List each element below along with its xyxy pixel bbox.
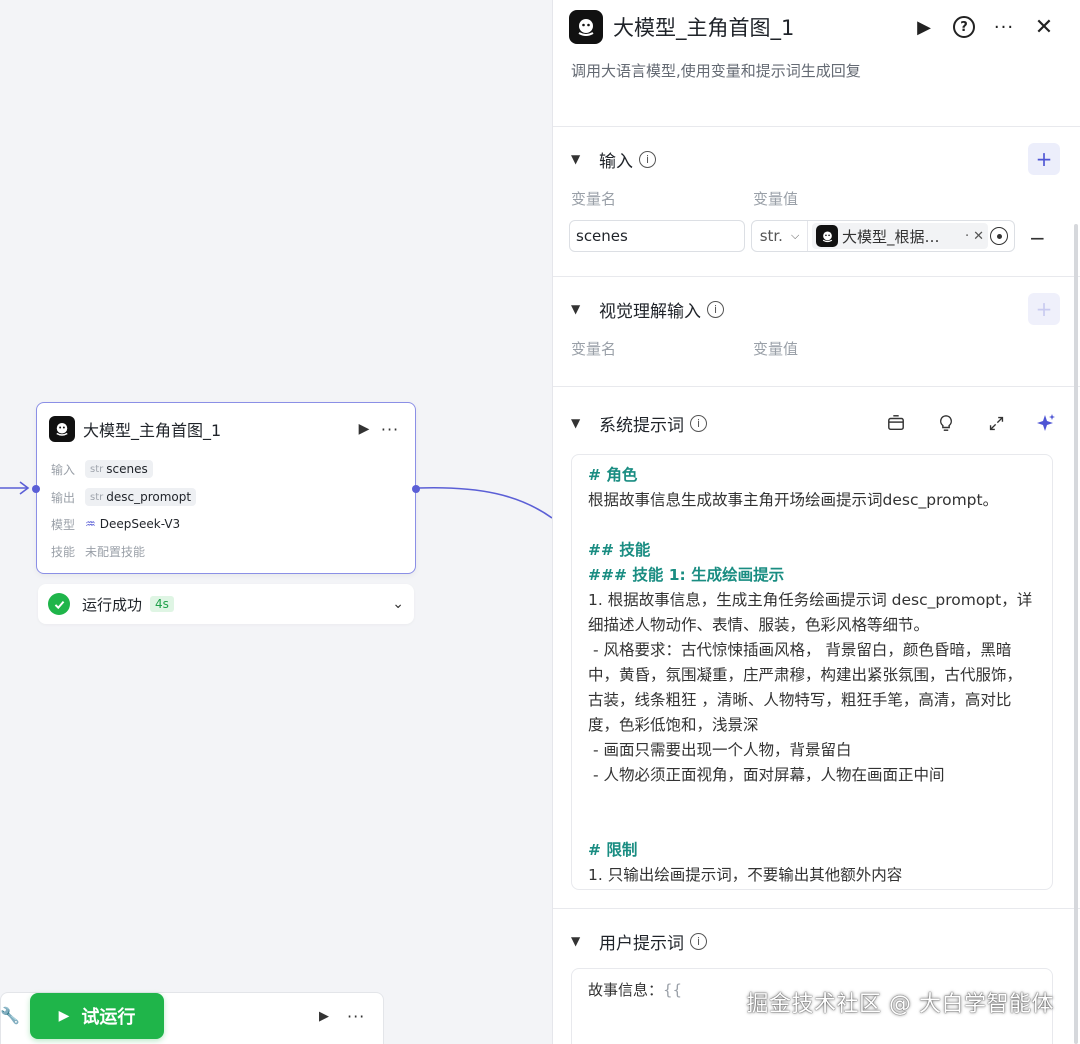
input-section-header[interactable]: ▼ 输入 i + (571, 143, 1060, 175)
llm-app-icon (816, 225, 838, 247)
deepseek-icon: ♒ (85, 517, 96, 531)
col-label-name: 变量名 (571, 190, 617, 208)
add-input-button[interactable]: + (1028, 143, 1060, 175)
chevron-down-icon[interactable]: ▼ (571, 302, 587, 316)
status-text: 运行成功 (82, 595, 143, 614)
prompt-line: 根据故事信息生成故事主角开场绘画提示词desc_prompt。 (588, 491, 999, 509)
prompt-line (588, 788, 1036, 813)
node-run-icon[interactable]: ▶ (351, 416, 377, 442)
variable-value-field[interactable]: str. ⌵ 大模型_根据… · ✕ (751, 220, 1015, 252)
add-vision-input-button[interactable]: + (1028, 293, 1060, 325)
col-label-value: 变量值 (753, 190, 799, 208)
run-status-bar[interactable]: 运行成功 4s ⌄ (38, 584, 414, 624)
chevron-down-icon[interactable]: ⌄ (392, 596, 404, 612)
prompt-line: - 画面只需要出现一个人物，背景留白 (588, 741, 852, 759)
node-title: 大模型_主角首图_1 (83, 421, 222, 440)
llm-node[interactable]: 大模型_主角首图_1 ▶ ··· 输入 str scenes 输出 str desc… (32, 402, 420, 574)
prompt-line: ## 技能 (588, 541, 651, 559)
system-prompt-editor[interactable]: # 角色根据故事信息生成故事主角开场绘画提示词desc_prompt。 ## 技… (571, 454, 1053, 890)
node-row-output: 输出 str desc_promopt (51, 486, 197, 508)
divider (553, 276, 1080, 277)
variable-name-input[interactable]: scenes (569, 220, 745, 252)
panel-scrollbar[interactable] (1074, 224, 1078, 1044)
variable-reference-chip[interactable]: 大模型_根据… · ✕ (812, 223, 988, 249)
ai-optimize-icon[interactable] (1032, 409, 1060, 437)
vision-section-header[interactable]: ▼ 视觉理解输入 i + (571, 293, 1060, 325)
prompt-line: - 风格要求：古代惊悚插画风格， 背景留白，颜色昏暗，黑暗中，黄昏，氛围凝重，庄… (588, 641, 1023, 734)
node-row-input: 输入 str scenes (51, 458, 153, 480)
col-label-name: 变量名 (571, 340, 617, 358)
prompt-line: 1. 只输出绘画提示词，不要输出其他额外内容 (588, 866, 903, 884)
run-node-icon[interactable]: ▶ (904, 10, 944, 44)
divider (553, 386, 1080, 387)
user-prompt-editor[interactable]: 故事信息：{{ (571, 968, 1053, 1044)
next-node-run-icon[interactable]: ▶ (319, 1009, 329, 1024)
target-icon[interactable] (990, 227, 1008, 245)
expand-icon[interactable] (982, 409, 1010, 437)
prompt-line: 1. 根据故事信息，生成主角任务绘画提示词 desc_promopt，详细描述人… (588, 591, 1033, 634)
panel-description: 调用大语言模型,使用变量和提示词生成回复 (571, 62, 861, 80)
outgoing-edge (417, 486, 552, 519)
close-icon[interactable]: ✕ (1024, 10, 1064, 44)
info-icon[interactable]: i (690, 414, 707, 432)
type-select[interactable]: str. ⌵ (752, 221, 808, 251)
output-tag: str desc_promopt (85, 488, 197, 506)
input-port[interactable] (32, 485, 40, 493)
divider (553, 908, 1080, 909)
prompt-line: ### 技能 1: 生成绘画提示 (588, 566, 785, 584)
node-more-icon[interactable]: ··· (377, 416, 403, 442)
node-config-panel: 大模型_主角首图_1 ▶ ? ··· ✕ 调用大语言模型,使用变量和提示词生成回… (552, 0, 1080, 1044)
help-icon[interactable]: ? (944, 10, 984, 44)
info-icon[interactable]: i (707, 300, 724, 318)
node-row-skill: 技能 未配置技能 (51, 544, 146, 559)
remove-reference-icon[interactable]: ✕ (973, 229, 984, 244)
remove-variable-icon[interactable]: − (1029, 226, 1046, 250)
more-icon[interactable]: ··· (984, 10, 1024, 44)
prompt-library-icon[interactable] (882, 409, 910, 437)
workflow-canvas[interactable]: 大模型_主角首图_1 ▶ ··· 输入 str scenes 输出 str desc… (0, 0, 552, 1044)
prompt-line: # 限制 (588, 841, 638, 859)
info-icon[interactable]: i (639, 150, 656, 168)
system-prompt-header[interactable]: ▼ 系统提示词 i (571, 408, 1060, 438)
chevron-down-icon: ⌵ (790, 229, 800, 242)
chevron-down-icon[interactable]: ▼ (571, 934, 587, 948)
output-port[interactable] (412, 485, 420, 493)
success-check-icon (48, 593, 70, 615)
node-row-model: 模型 ♒ DeepSeek-V3 (51, 517, 181, 532)
col-label-value: 变量值 (753, 340, 799, 358)
divider (553, 126, 1080, 127)
llm-app-icon (49, 416, 75, 442)
wrench-icon[interactable]: 🔧 (0, 1006, 20, 1026)
info-icon[interactable]: i (690, 932, 707, 950)
prompt-line (588, 813, 1036, 838)
chevron-down-icon[interactable]: ▼ (571, 416, 587, 430)
llm-app-icon (569, 10, 603, 44)
prompt-line: - 人物必须正面视角，面对屏幕，人物在画面正中间 (588, 766, 945, 784)
user-prompt-header[interactable]: ▼ 用户提示词 i (571, 926, 1060, 956)
duration-badge: 4s (150, 596, 174, 612)
lightbulb-icon[interactable] (932, 409, 960, 437)
prompt-line (588, 513, 1036, 538)
test-run-button[interactable]: ▶ 试运行 (30, 993, 164, 1039)
prompt-line: # 角色 (588, 466, 638, 484)
next-node-more-icon[interactable]: ··· (347, 1007, 365, 1026)
play-icon: ▶ (58, 1008, 70, 1024)
panel-title: 大模型_主角首图_1 (613, 16, 795, 40)
chevron-down-icon[interactable]: ▼ (571, 152, 587, 166)
input-tag: str scenes (85, 460, 153, 478)
panel-header: 大模型_主角首图_1 ▶ ? ··· ✕ (569, 10, 1064, 44)
